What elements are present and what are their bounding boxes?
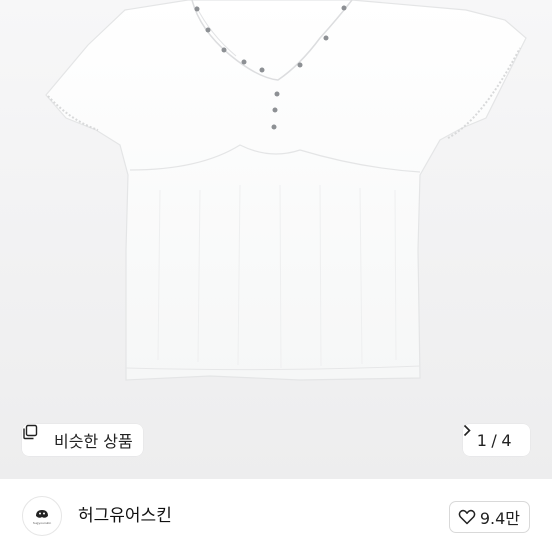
like-button[interactable]: 9.4만: [448, 501, 530, 533]
similar-products-button[interactable]: 비슷한 상품: [22, 424, 143, 456]
image-pager[interactable]: 1 / 4: [462, 424, 530, 456]
pager-total: 4: [501, 430, 512, 450]
copy-icon: [23, 424, 48, 448]
heart-outline-icon: [458, 509, 476, 525]
product-image[interactable]: 비슷한 상품 1 / 4: [0, 0, 552, 479]
pager-separator: /: [491, 430, 498, 450]
seller-bar: hugyourskin 허그유어스킨 9.4만: [0, 479, 552, 552]
t-shirt-illustration: [45, 0, 527, 381]
pager-current: 1: [476, 430, 488, 450]
seller-name[interactable]: 허그유어스킨: [78, 505, 172, 527]
seller-avatar[interactable]: hugyourskin: [22, 496, 62, 536]
similar-products-label: 비슷한 상품: [54, 432, 133, 451]
like-count: 9.4만: [479, 509, 520, 528]
seller-logo-icon: [36, 509, 48, 518]
seller-avatar-text: hugyourskin: [32, 520, 52, 525]
